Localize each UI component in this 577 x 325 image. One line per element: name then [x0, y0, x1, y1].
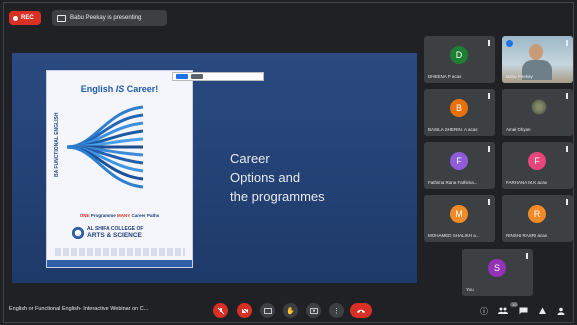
more-options-button[interactable]: ⋮ — [329, 303, 344, 318]
camera-off-icon — [241, 307, 248, 314]
participant-name: MOHAMED SHALIKH a... — [428, 233, 480, 238]
more-options-icon[interactable] — [526, 253, 528, 255]
avatar: M — [450, 205, 468, 223]
more-options-icon[interactable] — [488, 146, 490, 148]
mic-off-icon — [217, 307, 224, 314]
participant-name: Babu Peekay — [506, 74, 533, 79]
presenting-banner[interactable]: Babu Peekay is presenting — [52, 10, 167, 26]
recording-label: REC — [21, 15, 34, 21]
slide-heading: Career Options and the programmes — [230, 151, 325, 204]
more-options-icon[interactable] — [488, 40, 490, 42]
chat-button[interactable] — [518, 306, 528, 316]
chat-icon — [519, 307, 527, 315]
college-logo-icon — [71, 226, 85, 240]
participant-name: Fathima Rana Fathima... — [428, 180, 478, 185]
raise-hand-icon: ✋ — [286, 307, 295, 315]
meeting-details-button[interactable]: ⓘ — [479, 306, 489, 316]
poster-side-text: BA FUNCTIONAL ENGLISH — [54, 112, 60, 178]
participant-tile[interactable]: Amal Dhyan — [502, 89, 573, 136]
more-options-icon[interactable] — [566, 199, 568, 201]
avatar: S — [488, 259, 506, 277]
participant-tile[interactable]: F FARHANA M.K acas — [502, 142, 573, 189]
presenting-text: Babu Peekay is presenting — [70, 15, 142, 21]
more-options-icon[interactable] — [566, 146, 568, 148]
career-poster: English IS Career! BA FUNCTIONAL ENGLISH… — [46, 70, 193, 268]
college-name: AL SHIFA COLLEGE OF ARTS & SCIENCE — [87, 226, 144, 239]
more-options-icon[interactable] — [488, 93, 490, 95]
participant-name: Amal Dhyan — [506, 127, 531, 132]
activities-button[interactable] — [537, 306, 547, 316]
present-now-button[interactable] — [306, 303, 321, 318]
avatar: B — [450, 99, 468, 117]
poster-tagline: ONE Programme MANY Career Paths — [79, 213, 160, 218]
slideshow-controls[interactable] — [172, 72, 264, 81]
avatar: R — [528, 205, 546, 223]
avatar: F — [528, 152, 546, 170]
poster-fine-print — [55, 248, 185, 256]
host-controls-button[interactable] — [556, 306, 566, 316]
more-options-icon[interactable] — [566, 40, 568, 42]
participant-tile[interactable]: F Fathima Rana Fathima... — [424, 142, 495, 189]
speaking-indicator-icon — [506, 40, 513, 47]
poster-footer-band — [47, 260, 192, 267]
camera-off-button[interactable] — [237, 303, 252, 318]
avatar: D — [450, 46, 468, 64]
lock-person-icon — [557, 307, 565, 315]
recording-badge: REC — [9, 11, 41, 25]
people-button[interactable] — [498, 306, 508, 316]
present-now-icon — [309, 307, 318, 314]
participant-tile[interactable]: D DHEENA P acas — [424, 36, 495, 83]
info-icon: ⓘ — [480, 306, 488, 316]
captions-icon — [263, 307, 272, 314]
participant-name: RINSHI RASRI acas — [506, 233, 548, 238]
more-options-icon[interactable] — [488, 199, 490, 201]
more-vert-icon: ⋮ — [333, 307, 340, 315]
poster-title: English IS Career! — [80, 84, 159, 94]
career-paths-graphic — [66, 105, 144, 189]
activities-icon — [538, 307, 546, 314]
participant-tile[interactable]: B BASILA SHERIN. A acas — [424, 89, 495, 136]
slideshow-control-button[interactable] — [176, 74, 188, 79]
participant-tile[interactable]: R RINSHI RASRI acas — [502, 195, 573, 242]
participant-tile-self[interactable]: S You — [462, 249, 533, 296]
profile-picture — [531, 99, 547, 115]
participant-name: BASILA SHERIN. A acas — [428, 127, 478, 132]
presenter-face — [529, 44, 543, 60]
participant-tile[interactable]: M MOHAMED SHALIKH a... — [424, 195, 495, 242]
mic-off-button[interactable] — [213, 303, 228, 318]
end-call-icon — [357, 309, 365, 313]
more-options-icon[interactable] — [566, 93, 568, 95]
slideshow-control-button[interactable] — [191, 74, 203, 79]
leave-call-button[interactable] — [350, 303, 372, 318]
shared-presentation[interactable]: English IS Career! BA FUNCTIONAL ENGLISH… — [12, 53, 417, 283]
captions-button[interactable] — [260, 303, 275, 318]
present-screen-icon — [57, 14, 66, 22]
record-dot-icon — [13, 15, 18, 21]
participant-name: DHEENA P acas — [428, 74, 462, 79]
participant-name: FARHANA M.K acas — [506, 180, 548, 185]
avatar: F — [450, 152, 468, 170]
meeting-title: English or Functional English- Interacti… — [9, 306, 149, 312]
raise-hand-button[interactable]: ✋ — [283, 303, 298, 318]
participant-tile-presenter[interactable]: Babu Peekay — [502, 36, 573, 83]
people-icon — [498, 307, 508, 314]
participant-name: You — [466, 287, 474, 292]
